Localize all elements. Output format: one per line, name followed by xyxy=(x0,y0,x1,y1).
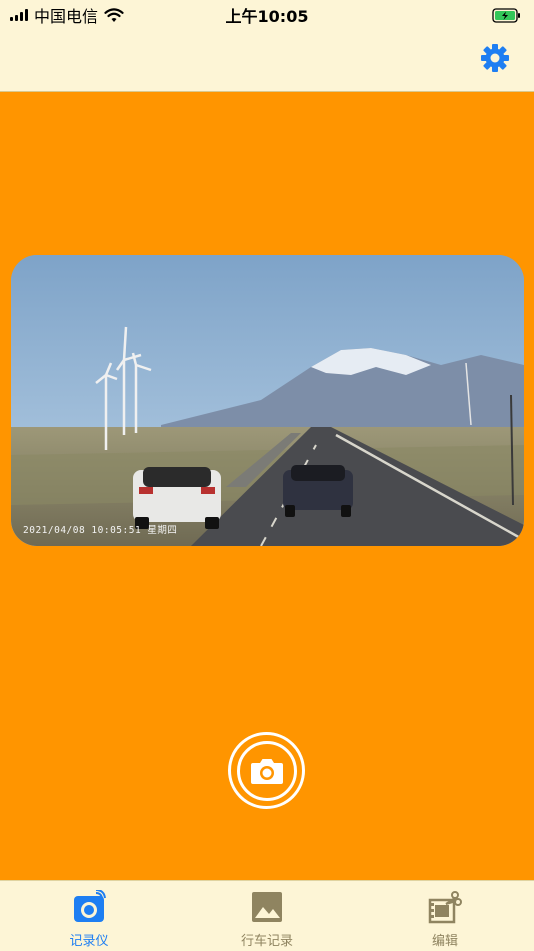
white-car xyxy=(133,467,221,529)
nav-bar xyxy=(0,30,534,92)
dashcam-icon xyxy=(72,890,106,924)
status-time: 上午10:05 xyxy=(225,7,309,26)
tab-label: 行车记录 xyxy=(240,934,293,949)
capture-button[interactable] xyxy=(228,732,305,809)
gear-icon xyxy=(481,44,509,72)
camera-icon xyxy=(250,758,283,784)
capture-button-inner xyxy=(236,740,297,801)
tab-label: 记录仪 xyxy=(69,934,109,949)
film-edit-icon xyxy=(428,890,462,924)
recording-timestamp: 2021/04/08 10:05:51 星期四 xyxy=(23,525,178,536)
tab-bar: 记录仪 行车记录 编辑 xyxy=(0,880,534,951)
main-area: 2021/04/08 10:05:51 星期四 xyxy=(0,92,534,880)
tab-recorder[interactable]: 记录仪 xyxy=(0,881,178,951)
settings-button[interactable] xyxy=(480,43,510,73)
dark-car xyxy=(283,465,353,517)
tab-edit[interactable]: 编辑 xyxy=(356,881,534,951)
status-bar: 中国电信 上午10:05 xyxy=(0,0,534,30)
road-scene-image xyxy=(11,255,524,546)
image-icon xyxy=(250,890,284,924)
camera-preview[interactable]: 2021/04/08 10:05:51 星期四 xyxy=(11,255,524,546)
tab-driving-records[interactable]: 行车记录 xyxy=(178,881,356,951)
tab-label: 编辑 xyxy=(431,934,458,949)
